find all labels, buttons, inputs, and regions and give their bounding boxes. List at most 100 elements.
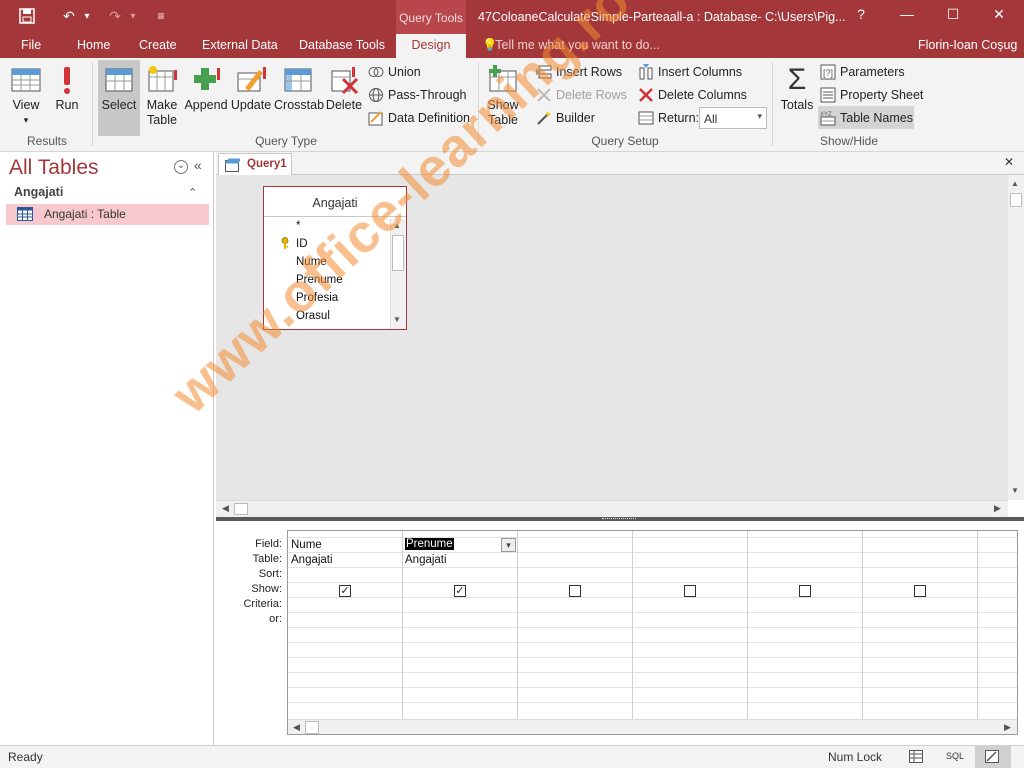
grid-show-checkbox-5[interactable]	[799, 585, 811, 597]
show-table-icon	[487, 64, 519, 96]
union-button[interactable]: Union	[368, 62, 421, 82]
field-orasul[interactable]: Orasul	[296, 310, 330, 322]
tab-database-tools[interactable]: Database Tools	[299, 38, 385, 52]
scroll-left-icon[interactable]: ◀	[222, 503, 229, 514]
navigation-pane: All Tables ⌄ « Angajati ⌃ Angajati : Tab…	[0, 152, 214, 745]
user-account[interactable]: Florin-Ioan Coşug	[918, 38, 1017, 52]
delete-query-button[interactable]: Delete	[324, 60, 364, 136]
totals-button[interactable]: Σ Totals	[778, 60, 816, 136]
minimize-button[interactable]: —	[892, 6, 922, 26]
tab-home[interactable]: Home	[77, 38, 110, 52]
table-names-button[interactable]: XYZ Table Names	[818, 106, 914, 129]
save-icon[interactable]	[14, 6, 40, 26]
nav-menu-icon[interactable]: ⌄	[174, 160, 188, 174]
tab-create[interactable]: Create	[139, 38, 177, 52]
delete-columns-button[interactable]: Delete Columns	[638, 85, 747, 105]
close-query-icon[interactable]: ✕	[1004, 155, 1014, 169]
insert-rows-button[interactable]: Insert Rows	[536, 62, 622, 82]
view-label: View	[12, 98, 40, 112]
grid-show-checkbox-6[interactable]	[914, 585, 926, 597]
view-button[interactable]: View ▾	[6, 60, 46, 136]
field-id[interactable]: ID	[296, 238, 308, 250]
grid-table-1[interactable]: Angajati	[291, 554, 333, 566]
return-select[interactable]: All ▾	[699, 107, 767, 129]
redo-icon[interactable]: ↷	[104, 6, 126, 26]
select-query-button[interactable]: Select	[98, 60, 140, 136]
scroll-thumb[interactable]	[234, 503, 248, 515]
table-field-list[interactable]: Angajati * ID Nume Prenume Profesia Oras…	[263, 186, 407, 330]
undo-icon[interactable]: ↶	[58, 6, 80, 26]
design-grid[interactable]: Nume Angajati ✓ Prenume ▾ Angajati ✓ ◀ ▶	[287, 530, 1018, 735]
delete-rows-button[interactable]: Delete Rows	[536, 85, 627, 105]
field-profesia[interactable]: Profesia	[296, 292, 338, 304]
tab-external-data[interactable]: External Data	[202, 38, 278, 52]
parameters-button[interactable]: [?] Parameters	[820, 62, 905, 82]
scroll-right-icon[interactable]: ▶	[994, 503, 1001, 514]
tell-me-search[interactable]: 💡 Tell me what you want to do...	[482, 38, 660, 53]
design-vertical-scrollbar[interactable]: ▲ ▼	[1008, 175, 1024, 500]
collapse-pane-icon[interactable]: «	[194, 157, 202, 173]
nav-item-label: Angajati : Table	[44, 207, 126, 221]
query-design-area[interactable]: Angajati * ID Nume Prenume Profesia Oras…	[216, 175, 1008, 500]
scroll-thumb[interactable]	[1010, 193, 1022, 207]
field-prenume[interactable]: Prenume	[296, 274, 343, 286]
pass-through-button[interactable]: Pass-Through	[368, 85, 467, 105]
tab-file[interactable]: File	[21, 38, 41, 52]
grid-horizontal-scrollbar[interactable]: ◀ ▶	[288, 719, 1017, 734]
datasheet-view-icon[interactable]	[909, 750, 923, 766]
query-setup-group-label: Query Setup	[591, 134, 659, 148]
field-dropdown-icon[interactable]: ▾	[501, 538, 516, 552]
scroll-up-icon[interactable]: ▲	[393, 221, 401, 230]
tell-me-label: Tell me what you want to do...	[495, 38, 660, 52]
title-bar: ↶ ▾ ↷ ▾ ≡ Query Tools 47ColoaneCalculate…	[0, 0, 1024, 34]
group-collapse-icon[interactable]: ⌃	[188, 186, 197, 199]
grid-field-1[interactable]: Nume	[291, 539, 322, 551]
help-button[interactable]: ?	[846, 6, 876, 26]
scroll-thumb[interactable]	[305, 721, 319, 734]
undo-dropdown-icon[interactable]: ▾	[80, 6, 94, 26]
view-dropdown-icon: ▾	[23, 115, 29, 125]
tab-design[interactable]: Design	[396, 34, 466, 58]
grid-show-checkbox-3[interactable]	[569, 585, 581, 597]
union-icon	[368, 64, 384, 80]
property-sheet-button[interactable]: Property Sheet	[820, 85, 923, 105]
make-table-button[interactable]: Make Table	[142, 60, 182, 136]
insert-columns-button[interactable]: Insert Columns	[638, 62, 742, 82]
make-table-label: Make	[146, 98, 178, 112]
grid-table-2[interactable]: Angajati	[405, 554, 447, 566]
scroll-thumb[interactable]	[392, 235, 404, 271]
run-button[interactable]: Run	[50, 60, 84, 136]
customize-toolbar-icon[interactable]: ≡	[152, 6, 170, 26]
nav-pane-title[interactable]: All Tables	[9, 156, 99, 180]
chevron-down-icon: ▾	[757, 111, 762, 121]
maximize-button[interactable]: ☐	[938, 6, 968, 26]
scroll-down-icon[interactable]: ▼	[1011, 486, 1019, 495]
design-horizontal-scrollbar[interactable]: ◀ ▶	[216, 500, 1008, 517]
sql-view-button[interactable]: SQL	[946, 751, 964, 761]
grid-show-checkbox-2[interactable]: ✓	[454, 585, 466, 597]
append-button[interactable]: Append	[184, 60, 228, 136]
scroll-left-icon[interactable]: ◀	[293, 722, 300, 733]
update-button[interactable]: Update	[230, 60, 272, 136]
scroll-right-icon[interactable]: ▶	[1004, 722, 1011, 733]
field-all[interactable]: *	[296, 220, 300, 232]
design-view-button[interactable]	[975, 746, 1011, 768]
grid-show-checkbox-4[interactable]	[684, 585, 696, 597]
scroll-up-icon[interactable]: ▲	[1011, 179, 1019, 188]
field-list-scrollbar[interactable]: ▲ ▼	[390, 219, 406, 329]
redo-dropdown-icon[interactable]: ▾	[126, 6, 140, 26]
data-definition-button[interactable]: Data Definition	[368, 108, 470, 128]
tab-query1[interactable]: Query1	[218, 153, 292, 175]
close-button[interactable]: ✕	[984, 6, 1014, 26]
grid-show-checkbox-1[interactable]: ✓	[339, 585, 351, 597]
crosstab-button[interactable]: Crosstab	[274, 60, 324, 136]
field-list-title[interactable]: Angajati	[264, 187, 406, 217]
grid-field-2[interactable]: Prenume	[405, 538, 454, 550]
builder-button[interactable]: Builder	[536, 108, 595, 128]
scroll-down-icon[interactable]: ▼	[393, 315, 401, 324]
nav-item-angajati-table[interactable]: Angajati : Table	[6, 204, 209, 225]
show-table-button[interactable]: Show Table	[482, 60, 524, 136]
status-num-lock: Num Lock	[828, 750, 883, 764]
nav-group-header[interactable]: Angajati	[14, 185, 63, 199]
field-nume[interactable]: Nume	[296, 256, 327, 268]
